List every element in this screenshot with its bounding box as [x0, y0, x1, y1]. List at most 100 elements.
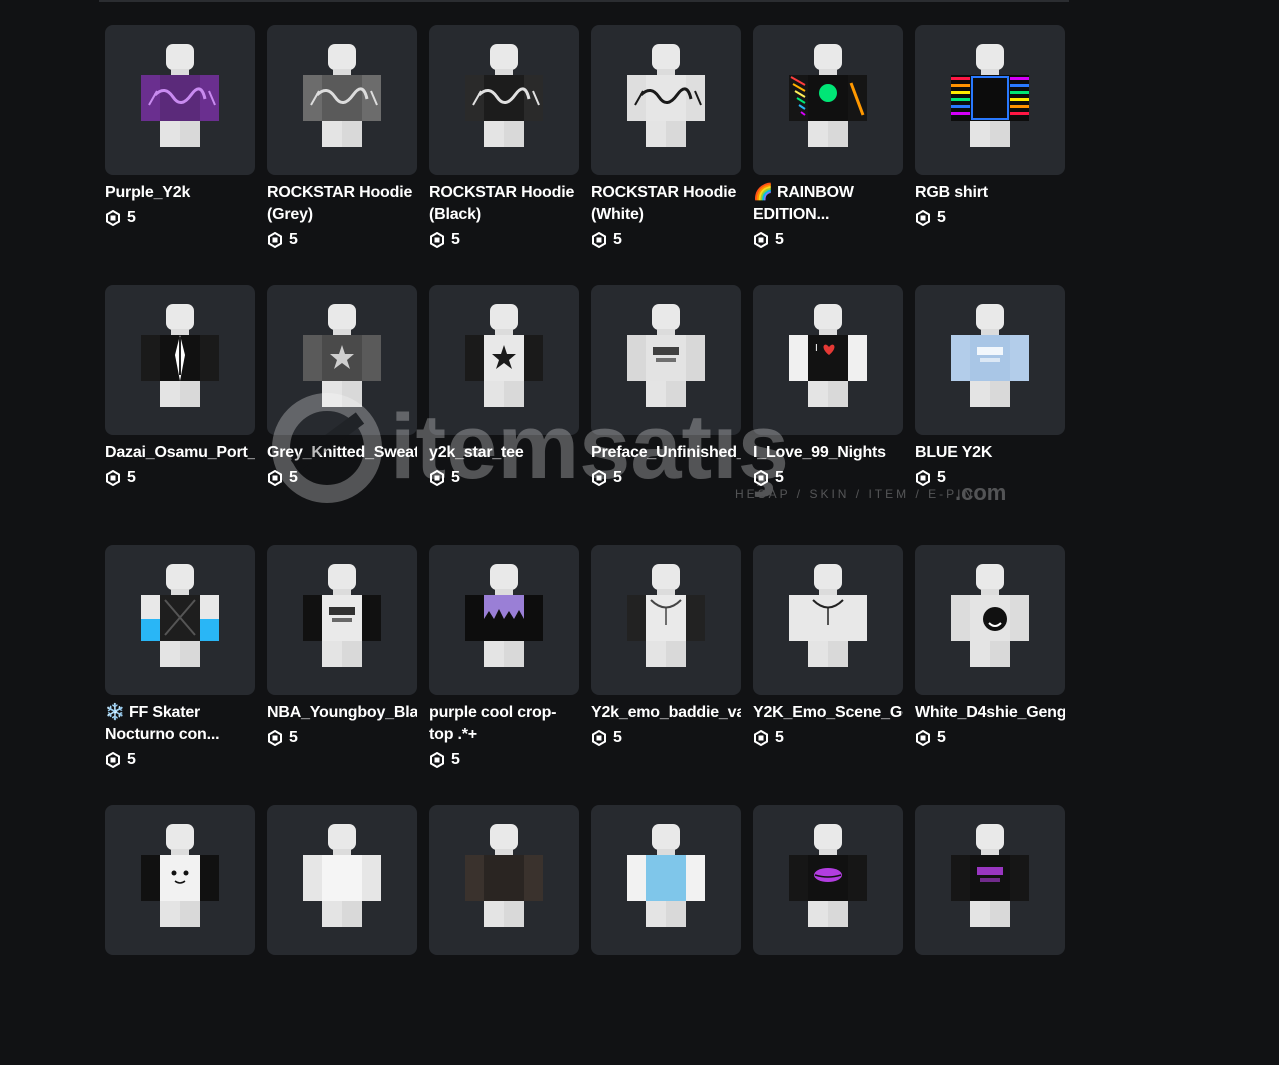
catalog-item-card[interactable]: Purple_Y2k 5 — [105, 25, 255, 285]
item-name[interactable]: ROCKSTAR Hoodie (Grey) — [267, 182, 417, 226]
item-thumbnail[interactable] — [915, 285, 1065, 435]
item-price: 5 — [429, 467, 579, 489]
item-thumbnail[interactable] — [105, 285, 255, 435]
robux-icon — [592, 470, 606, 486]
item-thumbnail[interactable] — [429, 805, 579, 955]
item-price-value: 5 — [289, 729, 298, 746]
item-name[interactable]: ROCKSTAR Hoodie (Black) — [429, 182, 579, 226]
avatar-figure — [627, 564, 705, 667]
catalog-item-card[interactable]: ROCKSTAR Hoodie (Grey) 5 — [267, 25, 417, 285]
item-name[interactable]: White_D4shie_Genga — [915, 702, 1065, 724]
item-thumbnail[interactable] — [915, 805, 1065, 955]
item-name[interactable]: I_Love_99_Nights — [753, 442, 903, 464]
avatar-figure: I — [789, 304, 867, 407]
robux-icon — [754, 232, 768, 248]
avatar-figure — [789, 44, 867, 147]
item-name[interactable]: y2k_star_tee — [429, 442, 579, 464]
catalog-item-card[interactable]: ❄️ FF Skater Nocturno con... 5 — [105, 545, 255, 805]
item-price: 5 — [105, 749, 255, 771]
item-name[interactable]: RGB shirt — [915, 182, 1065, 204]
catalog-item-card[interactable] — [429, 805, 579, 1065]
item-name[interactable]: 🌈 RAINBOW EDITION... — [753, 182, 903, 226]
robux-icon — [430, 470, 444, 486]
catalog-item-card[interactable]: I I_Love_99_Nights 5 — [753, 285, 903, 545]
catalog-item-card[interactable]: NBA_Youngboy_Blac 5 — [267, 545, 417, 805]
avatar-figure — [951, 304, 1029, 407]
item-name[interactable]: purple cool crop-top .*+ — [429, 702, 579, 746]
item-price: 5 — [591, 727, 741, 749]
item-name[interactable]: BLUE Y2K — [915, 442, 1065, 464]
item-name[interactable]: Y2k_emo_baddie_vai — [591, 702, 741, 724]
item-price-value: 5 — [937, 469, 946, 486]
item-thumbnail[interactable] — [753, 805, 903, 955]
item-price-value: 5 — [451, 751, 460, 768]
item-thumbnail[interactable] — [915, 25, 1065, 175]
catalog-item-card[interactable] — [591, 805, 741, 1065]
item-thumbnail[interactable] — [429, 25, 579, 175]
catalog-item-card[interactable] — [105, 805, 255, 1065]
item-name[interactable]: Preface_Unfinished_ — [591, 442, 741, 464]
item-price: 5 — [915, 727, 1065, 749]
item-name[interactable]: Purple_Y2k — [105, 182, 255, 204]
item-thumbnail[interactable] — [429, 285, 579, 435]
item-thumbnail[interactable] — [591, 285, 741, 435]
item-price-value: 5 — [775, 231, 784, 248]
avatar-figure — [627, 824, 705, 927]
catalog-item-card[interactable]: purple cool crop-top .*+ 5 — [429, 545, 579, 805]
item-thumbnail[interactable] — [267, 285, 417, 435]
item-price-value: 5 — [613, 231, 622, 248]
avatar-figure — [465, 564, 543, 667]
robux-icon — [106, 470, 120, 486]
catalog-item-card[interactable]: ROCKSTAR Hoodie (White) 5 — [591, 25, 741, 285]
catalog-item-card[interactable]: BLUE Y2K 5 — [915, 285, 1065, 545]
avatar-figure — [627, 44, 705, 147]
avatar-figure — [951, 44, 1029, 147]
item-name[interactable]: ❄️ FF Skater Nocturno con... — [105, 702, 255, 746]
top-divider — [99, 0, 1069, 2]
catalog-item-card[interactable] — [915, 805, 1065, 1065]
item-price: 5 — [429, 229, 579, 251]
catalog-item-card[interactable]: Grey_Knitted_Sweate 5 — [267, 285, 417, 545]
robux-icon — [430, 232, 444, 248]
item-thumbnail[interactable] — [267, 25, 417, 175]
item-price-value: 5 — [451, 231, 460, 248]
item-thumbnail[interactable] — [267, 805, 417, 955]
item-thumbnail[interactable] — [429, 545, 579, 695]
item-thumbnail[interactable] — [591, 805, 741, 955]
catalog-item-card[interactable]: Y2k_emo_baddie_vai 5 — [591, 545, 741, 805]
avatar-figure — [465, 44, 543, 147]
catalog-item-card[interactable] — [267, 805, 417, 1065]
item-thumbnail[interactable] — [915, 545, 1065, 695]
item-thumbnail[interactable] — [591, 545, 741, 695]
item-price-value: 5 — [937, 729, 946, 746]
catalog-item-card[interactable]: Preface_Unfinished_ 5 — [591, 285, 741, 545]
avatar-figure — [951, 564, 1029, 667]
catalog-item-card[interactable]: y2k_star_tee 5 — [429, 285, 579, 545]
item-name[interactable]: NBA_Youngboy_Blac — [267, 702, 417, 724]
item-thumbnail[interactable] — [753, 25, 903, 175]
item-name[interactable]: Y2K_Emo_Scene_Got — [753, 702, 903, 724]
item-thumbnail[interactable] — [753, 545, 903, 695]
item-thumbnail[interactable]: I — [753, 285, 903, 435]
catalog-item-card[interactable]: 🌈 RAINBOW EDITION... 5 — [753, 25, 903, 285]
item-price: 5 — [105, 467, 255, 489]
item-thumbnail[interactable] — [105, 545, 255, 695]
item-name[interactable]: Grey_Knitted_Sweate — [267, 442, 417, 464]
catalog-item-card[interactable]: Dazai_Osamu_Port_M 5 — [105, 285, 255, 545]
item-name[interactable]: Dazai_Osamu_Port_M — [105, 442, 255, 464]
catalog-item-card[interactable]: Y2K_Emo_Scene_Got 5 — [753, 545, 903, 805]
catalog-item-card[interactable] — [753, 805, 903, 1065]
item-thumbnail[interactable] — [591, 25, 741, 175]
robux-icon — [592, 730, 606, 746]
item-thumbnail[interactable] — [105, 805, 255, 955]
item-price: 5 — [753, 727, 903, 749]
catalog-item-card[interactable]: RGB shirt 5 — [915, 25, 1065, 285]
robux-icon — [754, 730, 768, 746]
catalog-item-card[interactable]: ROCKSTAR Hoodie (Black) 5 — [429, 25, 579, 285]
catalog-item-card[interactable]: White_D4shie_Genga 5 — [915, 545, 1065, 805]
item-price: 5 — [267, 229, 417, 251]
item-price-value: 5 — [775, 469, 784, 486]
item-thumbnail[interactable] — [267, 545, 417, 695]
item-thumbnail[interactable] — [105, 25, 255, 175]
item-name[interactable]: ROCKSTAR Hoodie (White) — [591, 182, 741, 226]
